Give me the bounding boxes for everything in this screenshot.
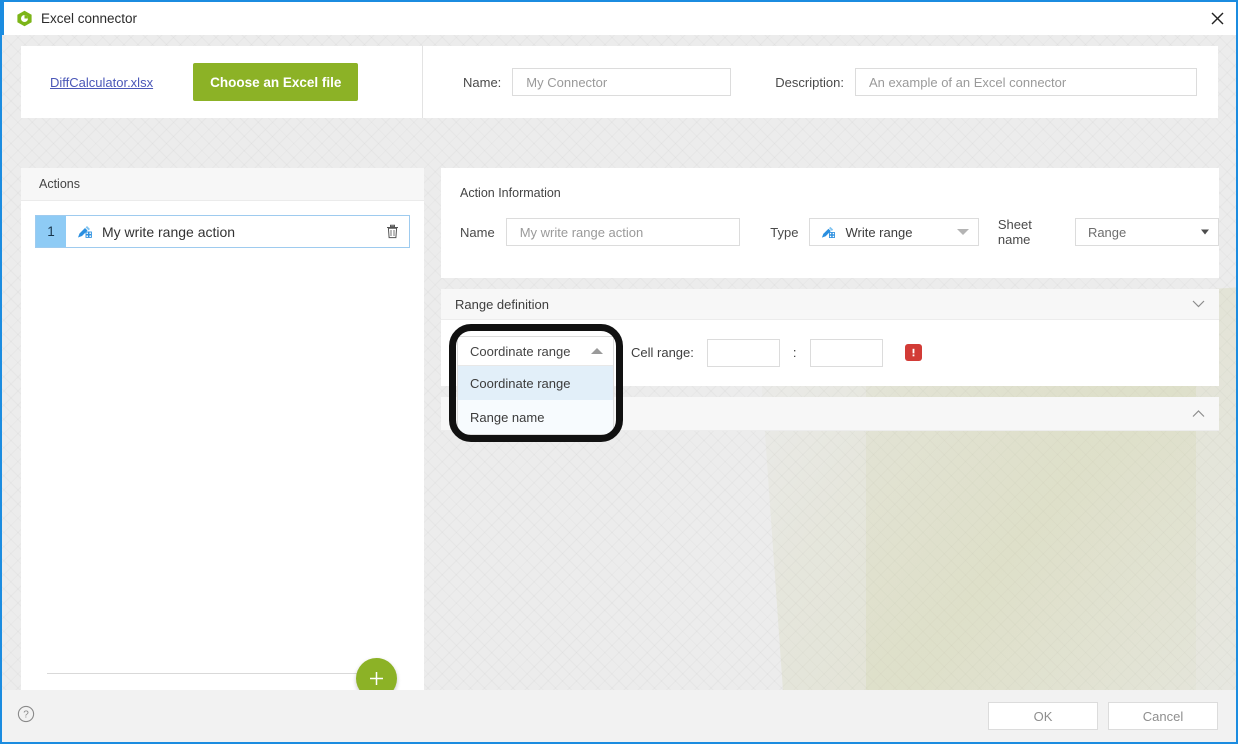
ok-button[interactable]: OK	[988, 702, 1098, 730]
connector-name-label: Name:	[463, 75, 501, 90]
action-index-badge: 1	[36, 216, 66, 247]
range-type-dropdown-list: Coordinate range Range name	[458, 365, 613, 434]
sheet-name-label: Sheet name	[998, 217, 1064, 247]
action-type-select[interactable]: Write range	[809, 218, 978, 246]
actions-panel: Actions 1 My write range action	[21, 168, 424, 713]
choose-excel-file-button[interactable]: Choose an Excel file	[193, 63, 358, 101]
action-type-label: Type	[770, 225, 798, 240]
connector-name-input[interactable]: My Connector	[512, 68, 731, 96]
action-information-card: Action Information Name My write range a…	[441, 168, 1219, 278]
actions-divider	[47, 673, 369, 674]
range-type-dropdown-trigger[interactable]: Coordinate range	[458, 337, 613, 365]
footer-actions: OK Cancel	[988, 702, 1218, 730]
chevron-up-icon[interactable]	[1192, 405, 1205, 423]
connector-description-label: Description:	[775, 75, 844, 90]
excel-file-link[interactable]: DiffCalculator.xlsx	[50, 75, 153, 90]
range-definition-section-header[interactable]: Range definition	[441, 289, 1219, 320]
action-information-title: Action Information	[460, 186, 1219, 200]
action-item-body[interactable]: My write range action	[66, 216, 375, 247]
write-range-icon	[76, 223, 93, 240]
cell-range-from-input[interactable]	[707, 339, 780, 367]
dialog-workspace: DiffCalculator.xlsx Choose an Excel file…	[2, 35, 1236, 742]
write-range-icon	[820, 224, 836, 240]
range-definition-title: Range definition	[455, 297, 549, 312]
connector-header-card: DiffCalculator.xlsx Choose an Excel file…	[21, 46, 1218, 118]
triangle-up-icon	[591, 348, 603, 354]
chevron-down-icon[interactable]	[1192, 295, 1205, 313]
range-type-dropdown-selected: Coordinate range	[470, 344, 570, 359]
cell-range-to-input[interactable]	[810, 339, 883, 367]
actions-panel-header: Actions	[21, 168, 424, 201]
action-name-label: Name	[460, 225, 495, 240]
title-bar: Excel connector	[2, 0, 1238, 35]
error-exclamation-icon[interactable]	[905, 344, 922, 361]
cell-range-label: Cell range:	[631, 345, 694, 360]
action-item-name: My write range action	[102, 224, 235, 240]
action-name-input[interactable]: My write range action	[506, 218, 741, 246]
action-type-value: Write range	[845, 225, 912, 240]
connector-description-input[interactable]: An example of an Excel connector	[855, 68, 1197, 96]
svg-text:?: ?	[23, 709, 29, 720]
excel-connector-dialog: Excel connector DiffCalculator.xlsx Choo…	[0, 0, 1238, 744]
actions-panel-title: Actions	[39, 177, 80, 191]
sheet-name-select[interactable]: Range	[1075, 218, 1219, 246]
close-icon[interactable]	[1196, 2, 1238, 35]
trash-icon[interactable]	[375, 216, 409, 247]
cancel-button[interactable]: Cancel	[1108, 702, 1218, 730]
window-title: Excel connector	[41, 11, 137, 26]
help-circle-icon[interactable]: ?	[17, 705, 35, 728]
file-selection-zone: DiffCalculator.xlsx Choose an Excel file	[21, 46, 423, 118]
triangle-down-icon	[1201, 230, 1209, 235]
dropdown-option-coordinate-range[interactable]: Coordinate range	[458, 366, 613, 400]
triangle-down-icon	[957, 229, 969, 235]
action-information-row: Name My write range action Type Write ra…	[460, 217, 1219, 247]
cell-range-separator: :	[793, 345, 797, 360]
dropdown-option-range-name[interactable]: Range name	[458, 400, 613, 434]
action-list-item[interactable]: 1 My write range action	[36, 216, 409, 247]
excel-connector-hexagon-icon	[16, 10, 33, 27]
range-type-dropdown[interactable]: Coordinate range Coordinate range Range …	[457, 336, 614, 435]
dialog-footer: ? OK Cancel	[2, 690, 1236, 742]
sheet-name-value: Range	[1088, 225, 1126, 240]
